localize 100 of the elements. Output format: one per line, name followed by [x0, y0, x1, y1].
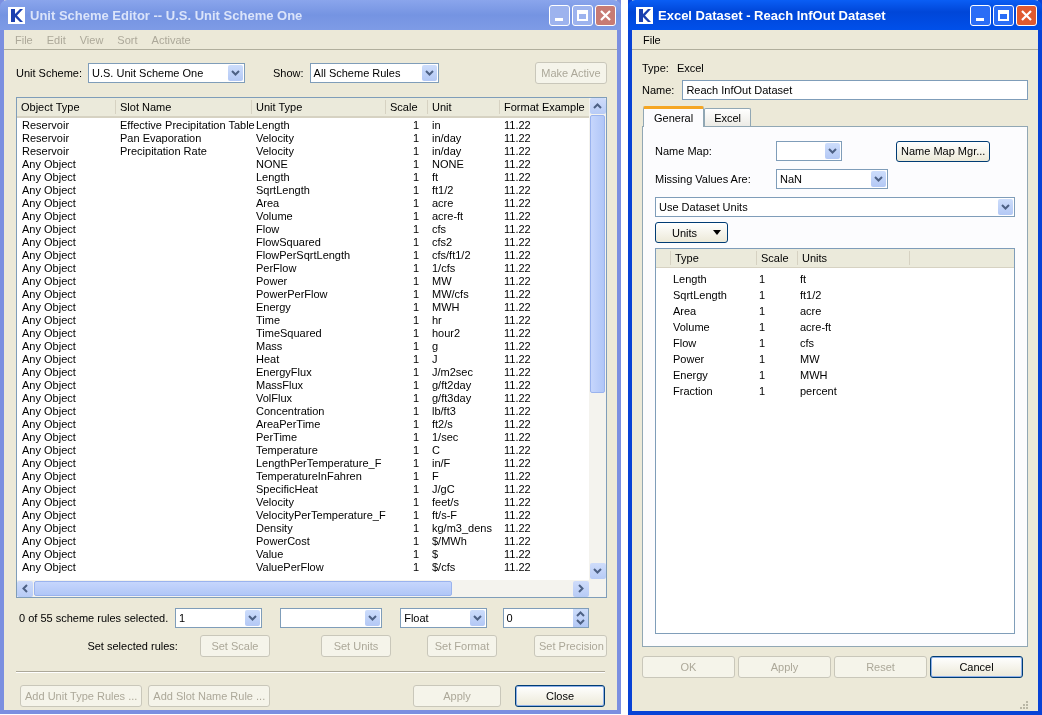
- table-cell-text: 1: [758, 320, 767, 335]
- column-header[interactable]: Object Type: [17, 100, 115, 114]
- table-cell-text: Any Object: [21, 418, 77, 431]
- scale-dropdown[interactable]: 1: [175, 608, 262, 628]
- table-cell-text: Any Object: [21, 431, 77, 444]
- missing-values-dropdown[interactable]: NaN: [776, 169, 888, 189]
- table-cell-text: g: [431, 340, 440, 353]
- table-cell-text: Mass: [255, 340, 284, 353]
- table-cell-text: Value: [255, 548, 285, 561]
- table-cell-text: g/ft3day: [431, 392, 473, 405]
- column-header[interactable]: Units: [797, 251, 909, 265]
- table-cell-text: 1: [411, 522, 420, 535]
- scrollbar-thumb[interactable]: [590, 115, 605, 393]
- scrollbar-thumb[interactable]: [34, 581, 452, 596]
- table-cell-text: ft1/2: [799, 288, 823, 303]
- chevron-down-icon: [231, 70, 241, 76]
- dialog-button[interactable]: Cancel: [930, 656, 1023, 678]
- column-header[interactable]: Type: [670, 251, 756, 265]
- units-menu-button[interactable]: Units: [655, 222, 728, 243]
- units-dropdown[interactable]: [279, 608, 383, 628]
- table-cell-text: 1: [411, 457, 420, 470]
- table-cell-text: 1: [758, 336, 767, 351]
- table-cell-text: acre-ft: [431, 210, 465, 223]
- name-input-field[interactable]: Reach InfOut Dataset: [682, 80, 1028, 100]
- table-cell-text: ft: [799, 272, 808, 287]
- table-cell-text: 1: [411, 119, 420, 132]
- table-cell-text: 1: [411, 327, 420, 340]
- chevron-down-icon: [874, 176, 883, 182]
- table-cell-text: J: [431, 353, 439, 366]
- column-header[interactable]: Scale: [756, 251, 797, 265]
- table-cell-text: 1: [411, 314, 420, 327]
- chevron-right-icon: [578, 584, 584, 593]
- units-mode-dropdown[interactable]: Use Dataset Units: [655, 197, 1015, 217]
- table-cell-text: Reservoir: [21, 132, 71, 145]
- scroll-up-button[interactable]: [589, 98, 606, 114]
- table-cell-text: Any Object: [21, 457, 77, 470]
- scroll-left-button[interactable]: [17, 580, 33, 597]
- table-cell-text: PerFlow: [255, 262, 298, 275]
- unit-scheme-dropdown[interactable]: U.S. Unit Scheme One: [88, 63, 246, 83]
- table-cell-text: MWH: [799, 368, 829, 383]
- maximize-button[interactable]: [993, 4, 1014, 26]
- name-map-dropdown[interactable]: [776, 141, 842, 161]
- table-cell-text: MW: [799, 352, 821, 367]
- minimize-button[interactable]: [970, 4, 991, 26]
- table-cell-text: MW: [431, 275, 453, 288]
- minimize-icon: [976, 17, 985, 21]
- table-cell-text: 1: [411, 535, 420, 548]
- scroll-down-button[interactable]: [589, 563, 606, 579]
- table-cell-text: ValuePerFlow: [255, 561, 325, 574]
- table-cell-text: Pan Evaporation: [119, 132, 203, 145]
- table-cell-text: Any Object: [21, 509, 77, 522]
- show-dropdown[interactable]: All Scheme Rules: [309, 63, 439, 83]
- table-cell-text: 11.22: [503, 379, 532, 392]
- table-cell-text: TimeSquared: [255, 327, 323, 340]
- column-header[interactable]: Unit Type: [251, 100, 385, 114]
- table-cell-text: 11.22: [503, 327, 532, 340]
- column-header[interactable]: Slot Name: [115, 100, 251, 114]
- name-map-manager-button[interactable]: Name Map Mgr...: [896, 140, 991, 162]
- table-cell-text: Any Object: [21, 288, 77, 301]
- table-cell-text: Any Object: [21, 236, 77, 249]
- table-cell-text: 1: [411, 262, 420, 275]
- table-cell-text: 1: [411, 392, 420, 405]
- table-cell-text: 11.22: [503, 197, 532, 210]
- table-cell-text: 11.22: [503, 444, 532, 457]
- table-cell-text: in/day: [431, 132, 463, 145]
- horizontal-scrollbar[interactable]: [17, 580, 589, 597]
- scroll-right-button[interactable]: [573, 580, 589, 597]
- spinner-arrows-icon[interactable]: [573, 609, 588, 627]
- menu-item[interactable]: File: [636, 33, 668, 46]
- table-cell-text: 11.22: [503, 522, 532, 535]
- table-cell-text: 11.22: [503, 132, 532, 145]
- minimize-icon: [555, 17, 564, 21]
- vertical-scrollbar[interactable]: [589, 98, 606, 597]
- table-cell-text: Energy: [672, 368, 709, 383]
- table-cell-text: Reservoir: [21, 145, 71, 158]
- format-dropdown[interactable]: Float: [400, 608, 487, 628]
- caret-down-icon: [713, 230, 721, 235]
- table-cell-text: Velocity: [255, 145, 295, 158]
- table-cell-text: 11.22: [503, 158, 532, 171]
- field-label: Unit Scheme:: [16, 67, 83, 79]
- table-cell-text: Any Object: [21, 470, 77, 483]
- table-cell-text: TemperatureInFahren: [255, 470, 363, 483]
- app-logo-icon: [636, 6, 653, 24]
- table-cell-text: cfs: [431, 223, 448, 236]
- close-button[interactable]: [1016, 4, 1037, 26]
- table-cell-text: Any Object: [21, 522, 77, 535]
- dialog-button[interactable]: Close: [515, 685, 605, 707]
- table-cell-text: in/F: [431, 457, 452, 470]
- table-cell-text: Concentration: [255, 405, 326, 418]
- chevron-down-icon: [368, 615, 378, 621]
- precision-spinner[interactable]: 0: [502, 608, 589, 628]
- table-cell-text: 11.22: [503, 496, 532, 509]
- column-header[interactable]: Unit: [427, 100, 499, 114]
- table-cell-text: Any Object: [21, 561, 77, 574]
- table-cell-text: MWH: [431, 301, 461, 314]
- tab[interactable]: General: [643, 106, 705, 127]
- tab[interactable]: Excel: [704, 108, 752, 126]
- table-cell-text: 11.22: [503, 548, 532, 561]
- table-cell-text: PerTime: [255, 431, 299, 444]
- column-header[interactable]: Scale: [385, 100, 427, 114]
